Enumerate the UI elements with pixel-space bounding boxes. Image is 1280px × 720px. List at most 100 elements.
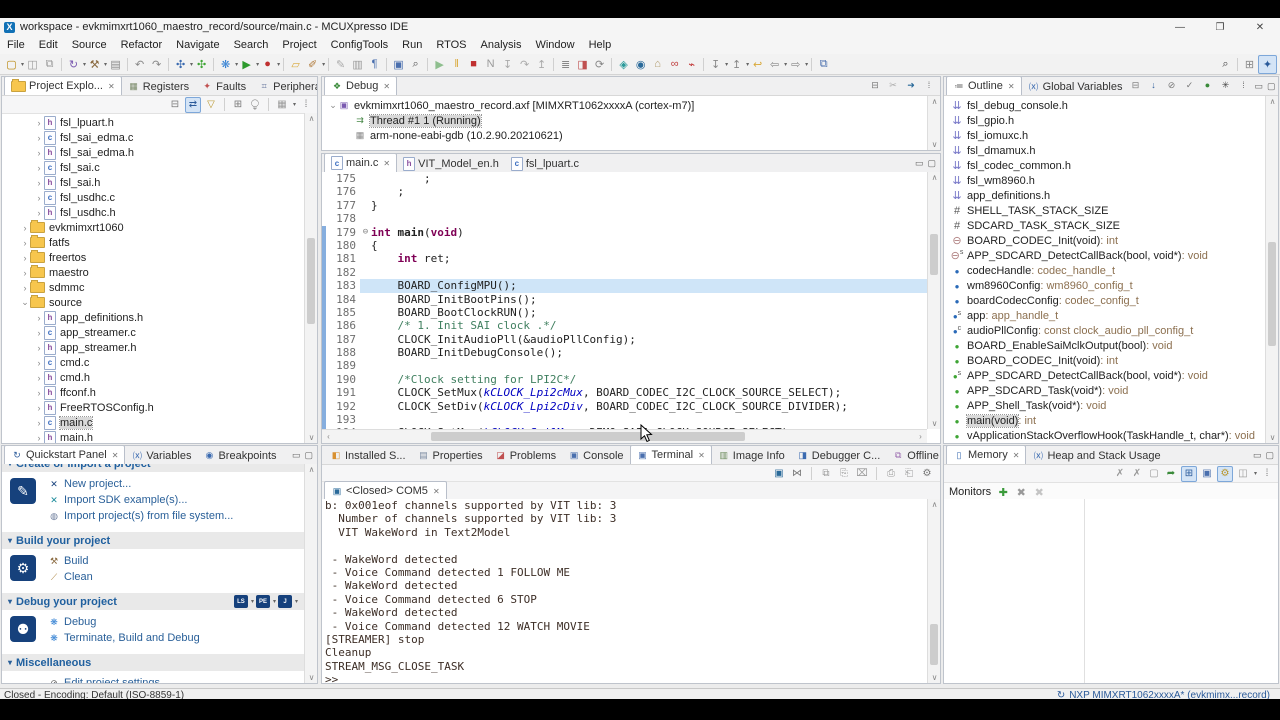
- terminate-icon[interactable]: ■: [465, 56, 482, 73]
- maximize-view-icon[interactable]: ▢: [927, 158, 936, 169]
- section-collapse-icon[interactable]: ▾: [8, 597, 12, 606]
- dropdown-caret-icon[interactable]: ▾: [251, 598, 254, 605]
- code-line[interactable]: 190 /*Clock setting for LPI2C*/: [322, 373, 927, 386]
- tree-item[interactable]: ›happ_definitions.h: [2, 310, 304, 325]
- section-collapse-icon[interactable]: ▾: [8, 464, 12, 468]
- collapse-all-icon[interactable]: ⊟: [868, 78, 882, 92]
- menu-project[interactable]: Project: [275, 36, 323, 54]
- tree-item[interactable]: ›maestro: [2, 265, 304, 280]
- expand-arrow-icon[interactable]: ›: [34, 373, 44, 383]
- outline-item[interactable]: ⊖sAPP_SDCARD_DetectCallBack(bool, void*)…: [944, 248, 1265, 263]
- outline-item[interactable]: ●APP_SDCARD_Task(void*) : void: [944, 383, 1265, 398]
- scroll-up-icon[interactable]: ∧: [928, 97, 941, 106]
- fold-minus-icon[interactable]: ⊖: [360, 226, 371, 239]
- outline-item[interactable]: ●sAPP_SDCARD_DetectCallBack(bool, void*)…: [944, 368, 1265, 383]
- quickstart-link[interactable]: ❋Debug: [48, 614, 304, 630]
- mark-occurrences-icon[interactable]: ▥: [349, 56, 366, 73]
- dropdown-caret-icon[interactable]: ▾: [295, 598, 298, 605]
- expand-arrow-icon[interactable]: ›: [34, 343, 44, 353]
- restore-button[interactable]: ❐: [1200, 22, 1240, 33]
- code-line[interactable]: 187 CLOCK_InitAudioPll(&audioPllConfig);: [322, 333, 927, 346]
- menu-source[interactable]: Source: [65, 36, 114, 54]
- step-return-icon[interactable]: ↥: [533, 56, 550, 73]
- menu-run[interactable]: Run: [395, 36, 429, 54]
- close-icon[interactable]: ✕: [383, 82, 390, 91]
- code-line[interactable]: 189: [322, 359, 927, 372]
- menu-analysis[interactable]: Analysis: [474, 36, 529, 54]
- debug-scrollbar[interactable]: ∧ ∨: [927, 96, 940, 150]
- redo-icon[interactable]: ↷: [148, 56, 165, 73]
- tree-item[interactable]: ›hffconf.h: [2, 385, 304, 400]
- tree-item[interactable]: ›cfsl_usdhc.c: [2, 190, 304, 205]
- expand-arrow-icon[interactable]: ›: [34, 178, 44, 188]
- quickstart-link[interactable]: ✕New project...: [48, 476, 304, 492]
- tab-main-c[interactable]: cmain.c✕: [324, 153, 397, 172]
- dropdown-caret-icon[interactable]: ▾: [277, 61, 280, 68]
- clear-icon[interactable]: ⌧: [855, 466, 869, 480]
- code-line[interactable]: 182: [322, 266, 927, 279]
- perspective-other-icon[interactable]: ⊞: [1241, 56, 1258, 73]
- debug-tree-item[interactable]: ⇉Thread #1 1 (Running): [322, 113, 927, 128]
- prev-annotation-icon[interactable]: ↥: [728, 56, 745, 73]
- tab-fsl-lpuart-c[interactable]: cfsl_lpuart.c: [505, 155, 585, 172]
- open-console-icon[interactable]: ▣: [390, 56, 407, 73]
- tab-problems[interactable]: ◪Problems: [489, 447, 562, 464]
- search-doc-icon[interactable]: ⌕: [407, 56, 424, 73]
- tree-item[interactable]: ›cmain.c: [2, 415, 304, 430]
- scroll-down-icon[interactable]: ∨: [928, 673, 941, 682]
- tree-item[interactable]: ›cfsl_sai.c: [2, 160, 304, 175]
- expand-arrow-icon[interactable]: ›: [34, 418, 44, 428]
- maximize-view-icon[interactable]: ▢: [304, 450, 313, 461]
- outline-item[interactable]: ●BOARD_CODEC_Init(void) : int: [944, 353, 1265, 368]
- new-terminal-icon[interactable]: ▣: [772, 466, 786, 480]
- code-line[interactable]: 179⊖int main(void): [322, 226, 927, 239]
- pin-icon[interactable]: ⎗: [902, 466, 916, 480]
- scroll-up-icon[interactable]: ∧: [928, 173, 941, 182]
- probe-j-button[interactable]: J: [278, 595, 292, 608]
- step-over-icon[interactable]: ↷: [516, 56, 533, 73]
- step-into-icon[interactable]: ↧: [499, 56, 516, 73]
- tab-offline-perip[interactable]: ⧉Offline Perip...: [886, 447, 941, 464]
- section-header[interactable]: ▾Build your project: [2, 532, 304, 549]
- resume-icon[interactable]: ▶: [431, 56, 448, 73]
- build-all-icon[interactable]: ▤: [107, 56, 124, 73]
- menu-rtos[interactable]: RTOS: [429, 36, 473, 54]
- code-line[interactable]: 183 BOARD_ConfigMPU();: [322, 279, 927, 292]
- tree-item[interactable]: ›hFreeRTOSConfig.h: [2, 400, 304, 415]
- disconnect-icon[interactable]: N: [482, 56, 499, 73]
- expand-arrow-icon[interactable]: ›: [34, 133, 44, 143]
- scroll-left-icon[interactable]: ‹: [322, 432, 335, 441]
- tab-peripherals[interactable]: ⌗Peripherals+: [252, 78, 318, 95]
- outline-item[interactable]: ⊖BOARD_CODEC_Init(void) : int: [944, 233, 1265, 248]
- outline-item[interactable]: ●BOARD_EnableSaiMclkOutput(bool) : void: [944, 338, 1265, 353]
- connect-icon[interactable]: ⋈: [790, 466, 804, 480]
- section-header[interactable]: ▾Miscellaneous: [2, 654, 304, 671]
- link-icon[interactable]: ∞: [666, 56, 683, 73]
- editor-hscrollbar[interactable]: ‹ ›: [322, 429, 927, 443]
- expand-arrow-icon[interactable]: ›: [34, 433, 44, 443]
- hide-nonpublic-icon[interactable]: ●: [1200, 78, 1214, 92]
- close-icon[interactable]: ✕: [698, 451, 705, 460]
- tab-breakpoints[interactable]: ◉Breakpoints: [197, 447, 282, 464]
- terminal-output[interactable]: b: 0x001eof channels supported by VIT li…: [322, 499, 927, 683]
- expand-arrow-icon[interactable]: ›: [34, 328, 44, 338]
- scroll-up-icon[interactable]: ∧: [1266, 97, 1279, 106]
- restart-session-icon[interactable]: ➜: [904, 78, 918, 92]
- debug-config-icon[interactable]: ✣: [172, 56, 189, 73]
- outline-item[interactable]: ●codecHandle : codec_handle_t: [944, 263, 1265, 278]
- tab-properties[interactable]: ▤Properties: [412, 447, 489, 464]
- minimize-button[interactable]: —: [1160, 22, 1200, 33]
- outline-item[interactable]: ●main(void) : int: [944, 413, 1265, 428]
- collapse-arrow-icon[interactable]: ⌄: [328, 100, 338, 111]
- outline-item[interactable]: ●boardCodecConfig : codec_config_t: [944, 293, 1265, 308]
- scroll-lock-icon[interactable]: ⎙: [884, 466, 898, 480]
- quickstart-link[interactable]: ◍Import project(s) from file system...: [48, 508, 304, 524]
- remove-monitor-icon[interactable]: ✖: [1014, 485, 1028, 499]
- menu-refactor[interactable]: Refactor: [114, 36, 170, 54]
- remove-all-monitors-icon[interactable]: ✖: [1032, 485, 1046, 499]
- menu-help[interactable]: Help: [582, 36, 619, 54]
- tab-faults[interactable]: ✦Faults: [195, 78, 252, 95]
- scroll-down-icon[interactable]: ∨: [928, 419, 941, 428]
- collapse-all-icon[interactable]: ⊟: [1128, 78, 1142, 92]
- mcux-icon[interactable]: ◉: [632, 56, 649, 73]
